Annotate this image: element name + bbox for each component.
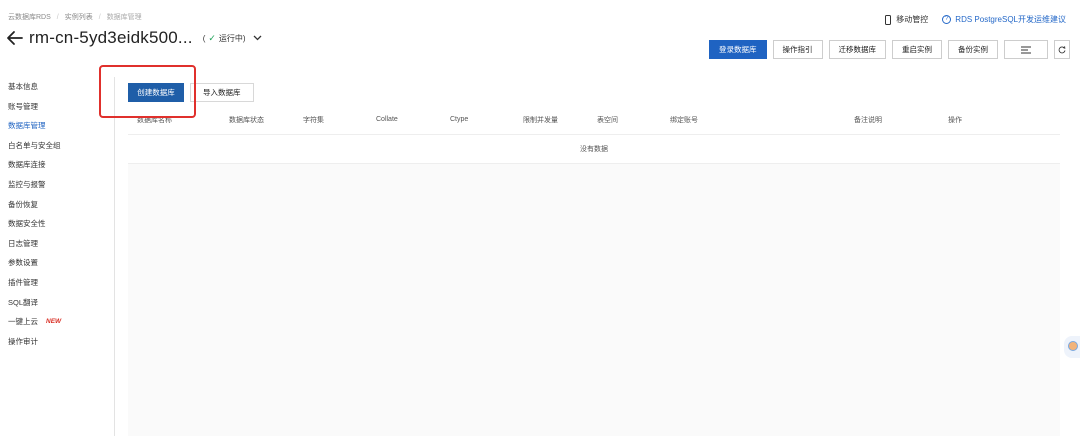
sidebar-item-sql-translate[interactable]: SQL翻译 bbox=[0, 293, 114, 313]
mobile-control-label: 移动管控 bbox=[896, 15, 929, 24]
assistant-face bbox=[1068, 341, 1078, 351]
sidebar-item-security[interactable]: 数据安全性 bbox=[0, 214, 114, 234]
sidebar-item-databases[interactable]: 数据库管理 bbox=[0, 116, 114, 136]
sidebar-item-label: 一键上云 bbox=[8, 317, 38, 327]
migrate-database-button[interactable]: 迁移数据库 bbox=[828, 40, 886, 59]
table-header: 数据库名称 数据库状态 字符集 Collate Ctype 限制并发量 表空间 … bbox=[128, 112, 1060, 127]
instance-title: rm-cn-5yd3eidk500... bbox=[29, 28, 193, 47]
empty-text: 没有数据 bbox=[580, 146, 608, 153]
assistant-avatar-icon[interactable] bbox=[1064, 336, 1080, 358]
sidebar-item-label: 数据库管理 bbox=[8, 121, 46, 131]
back-arrow-icon[interactable] bbox=[6, 28, 24, 48]
column-header-actions[interactable]: 操作 bbox=[948, 115, 962, 125]
column-header-bound-account[interactable]: 绑定账号 bbox=[670, 115, 698, 125]
sidebar-item-label: SQL翻译 bbox=[8, 297, 39, 307]
breadcrumb-rds[interactable]: 云数据库RDS bbox=[8, 12, 51, 22]
help-circle-icon: ? bbox=[942, 15, 952, 24]
column-header-concurrency[interactable]: 限制并发量 bbox=[523, 115, 558, 125]
empty-table-row: 没有数据 bbox=[128, 134, 1060, 164]
sidebar: 基本信息 账号管理 数据库管理 白名单与安全组 数据库连接 监控与报警 备份恢复… bbox=[0, 77, 115, 436]
sidebar-item-monitoring[interactable]: 监控与报警 bbox=[0, 175, 114, 195]
breadcrumb-separator: / bbox=[56, 13, 59, 21]
chevron-down-icon[interactable] bbox=[253, 34, 262, 43]
check-icon: ✓ bbox=[208, 32, 216, 43]
sidebar-item-label: 参数设置 bbox=[8, 258, 38, 268]
sidebar-item-accounts[interactable]: 账号管理 bbox=[0, 97, 114, 117]
sidebar-item-label: 监控与报警 bbox=[8, 179, 46, 189]
mobile-phone-icon bbox=[885, 14, 892, 25]
database-table: 数据库名称 数据库状态 字符集 Collate Ctype 限制并发量 表空间 … bbox=[128, 112, 1060, 164]
column-header-collate[interactable]: Collate bbox=[376, 116, 398, 123]
content-background bbox=[128, 134, 1060, 436]
column-header-charset[interactable]: 字符集 bbox=[303, 115, 324, 125]
sidebar-item-label: 操作审计 bbox=[8, 336, 38, 346]
sidebar-item-logs[interactable]: 日志管理 bbox=[0, 234, 114, 254]
status-label: 运行中 bbox=[218, 33, 243, 43]
sidebar-item-parameters[interactable]: 参数设置 bbox=[0, 253, 114, 273]
column-header-remarks[interactable]: 备注说明 bbox=[854, 115, 882, 125]
restart-instance-button[interactable]: 重启实例 bbox=[892, 40, 942, 59]
sidebar-item-label: 基本信息 bbox=[8, 82, 38, 91]
list-icon bbox=[1021, 46, 1031, 53]
sidebar-item-label: 备份恢复 bbox=[8, 199, 38, 209]
login-database-button[interactable]: 登录数据库 bbox=[709, 40, 767, 59]
status-close-paren: ) bbox=[242, 33, 246, 43]
main-content: 创建数据库 导入数据库 数据库名称 数据库状态 字符集 Collate Ctyp… bbox=[128, 77, 1060, 436]
top-right-links: 移动管控 ? RDS PostgreSQL开发运维建议 bbox=[885, 14, 1066, 25]
sidebar-item-cloud-migration[interactable]: 一键上云 NEW bbox=[0, 312, 114, 332]
sidebar-item-audit[interactable]: 操作审计 bbox=[0, 332, 114, 352]
breadcrumb-separator: / bbox=[98, 13, 101, 21]
column-header-status[interactable]: 数据库状态 bbox=[229, 115, 264, 125]
import-database-button[interactable]: 导入数据库 bbox=[190, 83, 254, 102]
new-badge: NEW bbox=[46, 318, 62, 326]
sidebar-item-backup[interactable]: 备份恢复 bbox=[0, 195, 114, 215]
backup-instance-button[interactable]: 备份实例 bbox=[948, 40, 998, 59]
refresh-icon bbox=[1058, 45, 1066, 53]
operation-guide-button[interactable]: 操作指引 bbox=[772, 40, 823, 59]
breadcrumb-instance-list[interactable]: 实例列表 bbox=[65, 12, 93, 22]
list-menu-button[interactable] bbox=[1004, 40, 1048, 59]
sidebar-item-label: 日志管理 bbox=[8, 238, 38, 248]
mobile-control-link[interactable]: 移动管控 bbox=[885, 14, 928, 25]
column-header-ctype[interactable]: Ctype bbox=[450, 116, 468, 123]
instance-status: ( ✓ 运行中 ) bbox=[203, 33, 262, 44]
column-header-tablespace[interactable]: 表空间 bbox=[597, 115, 618, 125]
sidebar-item-label: 数据安全性 bbox=[8, 219, 46, 229]
ops-advice-label: RDS PostgreSQL开发运维建议 bbox=[955, 15, 1066, 24]
sidebar-item-connection[interactable]: 数据库连接 bbox=[0, 155, 114, 175]
ops-advice-link[interactable]: ? RDS PostgreSQL开发运维建议 bbox=[942, 14, 1066, 25]
sidebar-item-plugins[interactable]: 插件管理 bbox=[0, 273, 114, 293]
sidebar-item-label: 数据库连接 bbox=[8, 160, 46, 170]
breadcrumb-db-management: 数据库管理 bbox=[106, 14, 142, 21]
instance-actions: 登录数据库 操作指引 迁移数据库 重启实例 备份实例 bbox=[703, 40, 1070, 59]
status-open-paren: ( bbox=[202, 33, 206, 43]
sidebar-item-label: 插件管理 bbox=[8, 277, 38, 287]
sidebar-item-basic-info[interactable]: 基本信息 bbox=[0, 77, 114, 97]
sidebar-item-whitelist[interactable]: 白名单与安全组 bbox=[0, 136, 114, 156]
instance-title-bar: rm-cn-5yd3eidk500... ( ✓ 运行中 ) bbox=[6, 28, 262, 48]
sidebar-item-label: 白名单与安全组 bbox=[8, 140, 61, 150]
breadcrumb: 云数据库RDS / 实例列表 / 数据库管理 bbox=[8, 12, 142, 22]
sidebar-item-label: 账号管理 bbox=[8, 101, 38, 111]
highlight-annotation bbox=[99, 65, 196, 118]
refresh-button[interactable] bbox=[1054, 40, 1070, 59]
